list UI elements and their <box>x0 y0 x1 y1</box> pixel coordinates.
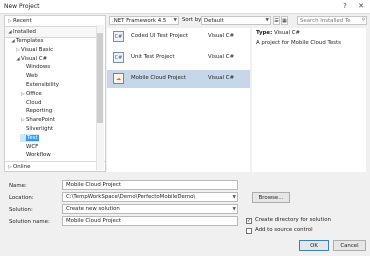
cloud-project-icon: ☁ <box>113 73 124 84</box>
tree-recent[interactable]: ▷Recent <box>7 16 32 26</box>
details-pane: Type: Visual C# A project for Mobile Clo… <box>252 28 366 172</box>
type-value: Visual C# <box>273 30 301 36</box>
search-input[interactable]: Search Installed Te ⚲ <box>297 16 367 25</box>
tree-item[interactable]: Reporting <box>20 107 52 115</box>
tree-item[interactable]: ▷SharePoint <box>20 116 55 124</box>
tree-scroll-thumb[interactable] <box>97 33 103 123</box>
tree-item[interactable]: Cloud <box>20 99 41 107</box>
cancel-button[interactable]: Cancel <box>333 240 366 251</box>
template-name: Unit Test Project <box>131 54 175 60</box>
template-tree: ▷Recent ◢Installed ◢Templates ▷Visual Bas… <box>4 15 106 172</box>
tree-recent-label: Recent <box>13 18 32 24</box>
tree-item[interactable]: ◢Templates <box>10 37 43 45</box>
ok-button[interactable]: OK <box>299 240 329 251</box>
title-bar <box>0 0 370 14</box>
tree-item-label: Test <box>26 134 39 141</box>
tree-online[interactable]: ▷Online <box>5 161 105 171</box>
template-name: Mobile Cloud Project <box>131 75 186 81</box>
chevron-down-icon: ▼ <box>232 207 236 212</box>
tree-item[interactable]: Workflow <box>20 151 51 159</box>
tree-item[interactable]: Test <box>20 133 39 142</box>
tree-item[interactable]: WCF <box>20 143 38 151</box>
source-control-label: Add to source control <box>255 227 313 233</box>
tree-item-label: Visual Basic <box>21 46 54 53</box>
tree-item-label: Templates <box>16 38 44 44</box>
window-title: New Project <box>4 3 40 10</box>
sort-label: Sort by: <box>182 17 203 23</box>
browse-button[interactable]: Browse... <box>252 192 290 203</box>
name-field[interactable]: Mobile Cloud Project <box>62 180 238 190</box>
solution-name-label: Solution name: <box>9 219 50 225</box>
tree-online-label: Online <box>13 164 31 170</box>
chevron-down-icon: ▼ <box>173 18 177 23</box>
tree-item[interactable]: ▷Visual Basic <box>15 46 53 54</box>
name-label: Name: <box>9 183 27 189</box>
tree-item-label: Workflow <box>26 152 51 159</box>
search-placeholder: Search Installed Te <box>300 18 351 24</box>
tree-item[interactable]: Extensibility <box>20 81 59 89</box>
template-language: Visual C# <box>208 54 235 60</box>
close-button[interactable]: ✕ <box>354 0 368 13</box>
tree-item[interactable]: Silverlight <box>20 125 53 133</box>
tree-item[interactable]: Web <box>20 72 38 80</box>
solution-name-field[interactable]: Mobile Cloud Project <box>62 216 238 226</box>
template-language: Visual C# <box>208 33 235 39</box>
create-directory-checkbox[interactable]: ✓ <box>246 218 252 224</box>
search-icon: ⚲ <box>361 18 365 23</box>
template-item[interactable]: C# Unit Test Project Visual C# <box>107 49 250 67</box>
tree-item-label: Silverlight <box>26 126 54 132</box>
template-item[interactable]: ☁ Mobile Cloud Project Visual C# <box>107 70 250 88</box>
chevron-down-icon: ▼ <box>232 195 236 200</box>
location-field[interactable]: C:\TempWorkSpace\Demo\PerfectoMobileDemo… <box>62 192 238 202</box>
solution-value: Create new solution <box>66 206 120 212</box>
grid-view-icon[interactable]: ▦ <box>281 16 288 25</box>
solution-label: Solution: <box>9 207 33 213</box>
tree-item[interactable]: ▷Office <box>20 90 42 98</box>
location-label: Location: <box>9 195 34 201</box>
list-view-icon[interactable]: ☰ <box>273 16 280 25</box>
tree-installed-label: Installed <box>13 29 36 35</box>
framework-value: .NET Framework 4.5 <box>112 18 167 24</box>
test-project-icon: C# <box>113 31 124 42</box>
tree-item-label: Cloud <box>26 99 42 106</box>
tree-item-label: Extensibility <box>26 82 59 88</box>
test-project-icon: C# <box>113 52 124 63</box>
tree-item-label: Office <box>26 90 42 97</box>
help-button[interactable]: ? <box>338 0 352 13</box>
tree-item-label: SharePoint <box>26 117 55 124</box>
template-name: Coded UI Test Project <box>131 33 188 39</box>
template-description: A project for Mobile Cloud Tests <box>256 40 341 46</box>
solution-select[interactable]: Create new solution ▼ <box>62 204 238 214</box>
tree-item[interactable]: Windows <box>20 63 50 71</box>
source-control-checkbox[interactable] <box>246 228 252 234</box>
sort-value: Default <box>204 18 224 24</box>
tree-item-label: Windows <box>26 64 51 71</box>
sort-select[interactable]: Default ▼ <box>201 16 271 25</box>
tree-item[interactable]: ◢Visual C# <box>15 55 47 63</box>
template-language: Visual C# <box>208 75 235 81</box>
location-value: C:\TempWorkSpace\Demo\PerfectoMobileDemo… <box>66 194 196 200</box>
template-list: C# Coded UI Test Project Visual C# C# Unit T… <box>107 28 250 172</box>
tree-item-label: Visual C# <box>21 55 48 62</box>
template-item[interactable]: C# Coded UI Test Project Visual C# <box>107 28 250 46</box>
tree-item-label: WCF <box>26 143 39 150</box>
framework-select[interactable]: .NET Framework 4.5 ▼ <box>109 16 179 25</box>
chevron-down-icon: ▼ <box>265 18 269 23</box>
create-directory-label: Create directory for solution <box>255 217 331 223</box>
tree-item-label: Reporting <box>26 108 53 115</box>
tree-item-label: Web <box>26 73 38 80</box>
type-label: Type: <box>256 30 273 36</box>
